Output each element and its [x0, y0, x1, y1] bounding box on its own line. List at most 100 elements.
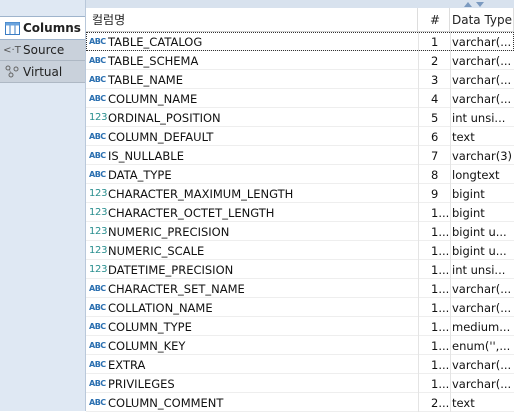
text-type-icon: ABC — [89, 284, 106, 293]
column-name-text: IS_NULLABLE — [108, 148, 184, 163]
table-row[interactable]: 123 CHARACTER_MAXIMUM_LENGTH 9 bigint — [86, 184, 514, 203]
table-row[interactable]: ABC TABLE_CATALOG 1 varchar(... — [86, 32, 514, 51]
cell-data-type[interactable]: varchar(... — [450, 279, 514, 298]
cell-column-name[interactable]: 123 CHARACTER_MAXIMUM_LENGTH — [86, 184, 418, 203]
cell-column-name[interactable]: ABC TABLE_CATALOG — [86, 32, 418, 51]
cell-data-type[interactable]: bigint — [450, 203, 514, 222]
cell-ordinal[interactable]: 7 — [418, 146, 450, 165]
cell-ordinal[interactable]: 1... — [418, 317, 450, 336]
numeric-type-icon: 123 — [89, 245, 108, 256]
cell-data-type[interactable]: varchar(... — [450, 355, 514, 374]
tab-source[interactable]: <·T Source — [0, 40, 85, 61]
cell-ordinal[interactable]: 5 — [418, 108, 450, 127]
cell-data-type[interactable]: text — [450, 393, 514, 412]
table-row[interactable]: ABC IS_NULLABLE 7 varchar(3) — [86, 146, 514, 165]
cell-ordinal[interactable]: 1... — [418, 336, 450, 355]
header-column-name[interactable]: 컬럼명 — [86, 8, 418, 32]
cell-data-type[interactable]: bigint u... — [450, 222, 514, 241]
cell-column-name[interactable]: 123 CHARACTER_OCTET_LENGTH — [86, 203, 418, 222]
cell-data-type[interactable]: varchar(... — [450, 89, 514, 108]
cell-ordinal[interactable]: 1... — [418, 298, 450, 317]
cell-ordinal[interactable]: 6 — [418, 127, 450, 146]
cell-ordinal[interactable]: 9 — [418, 184, 450, 203]
table-row[interactable]: ABC TABLE_NAME 3 varchar(... — [86, 70, 514, 89]
cell-ordinal[interactable]: 1... — [418, 222, 450, 241]
cell-ordinal[interactable]: 1... — [418, 374, 450, 393]
table-row[interactable]: ABC DATA_TYPE 8 longtext — [86, 165, 514, 184]
table-row[interactable]: ABC COLLATION_NAME 1... varchar(... — [86, 298, 514, 317]
cell-data-type[interactable]: enum('',... — [450, 336, 514, 355]
cell-ordinal[interactable]: 8 — [418, 165, 450, 184]
table-row[interactable]: ABC COLUMN_DEFAULT 6 text — [86, 127, 514, 146]
cell-column-name[interactable]: 123 NUMERIC_SCALE — [86, 241, 418, 260]
table-row[interactable]: 123 NUMERIC_SCALE 1... bigint u... — [86, 241, 514, 260]
table-row[interactable]: ABC PRIVILEGES 1... varchar(... — [86, 374, 514, 393]
cell-ordinal[interactable]: 1... — [418, 241, 450, 260]
cell-ordinal[interactable]: 1 — [418, 32, 450, 51]
cell-data-type[interactable]: text — [450, 127, 514, 146]
cell-data-type[interactable]: int unsi... — [450, 108, 514, 127]
table-row[interactable]: ABC CHARACTER_SET_NAME 1... varchar(... — [86, 279, 514, 298]
table-row[interactable]: ABC EXTRA 1... varchar(... — [86, 355, 514, 374]
column-name-text: DATA_TYPE — [108, 167, 172, 182]
tab-columns[interactable]: Columns — [0, 16, 85, 40]
cell-data-type[interactable]: int unsi... — [450, 260, 514, 279]
virtual-icon — [4, 65, 20, 79]
cell-data-type[interactable]: varchar(... — [450, 32, 514, 51]
cell-data-type[interactable]: bigint — [450, 184, 514, 203]
tab-virtual[interactable]: Virtual — [0, 61, 85, 83]
cell-column-name[interactable]: ABC DATA_TYPE — [86, 165, 418, 184]
tab-source-label: Source — [23, 43, 65, 57]
table-row[interactable]: ABC TABLE_SCHEMA 2 varchar(... — [86, 51, 514, 70]
cell-data-type[interactable]: varchar(... — [450, 298, 514, 317]
cell-ordinal[interactable]: 1... — [418, 279, 450, 298]
cell-column-name[interactable]: ABC IS_NULLABLE — [86, 146, 418, 165]
cell-column-name[interactable]: ABC COLUMN_COMMENT — [86, 393, 418, 412]
cell-data-type[interactable]: longtext — [450, 165, 514, 184]
cell-column-name[interactable]: ABC PRIVILEGES — [86, 374, 418, 393]
cell-column-name[interactable]: ABC CHARACTER_SET_NAME — [86, 279, 418, 298]
table-row[interactable]: 123 ORDINAL_POSITION 5 int unsi... — [86, 108, 514, 127]
cell-ordinal[interactable]: 1... — [418, 260, 450, 279]
table-row[interactable]: ABC COLUMN_COMMENT 2... text — [86, 393, 514, 412]
cell-column-name[interactable]: 123 ORDINAL_POSITION — [86, 108, 418, 127]
cell-ordinal[interactable]: 3 — [418, 70, 450, 89]
cell-data-type[interactable]: bigint u... — [450, 241, 514, 260]
cell-column-name[interactable]: ABC EXTRA — [86, 355, 418, 374]
column-name-text: TABLE_NAME — [108, 72, 183, 87]
cell-ordinal[interactable]: 2... — [418, 393, 450, 412]
table-row[interactable]: 123 DATETIME_PRECISION 1... int unsi... — [86, 260, 514, 279]
table-row[interactable]: 123 NUMERIC_PRECISION 1... bigint u... — [86, 222, 514, 241]
column-name-text: COLLATION_NAME — [108, 300, 213, 315]
table-row[interactable]: ABC COLUMN_TYPE 1... medium... — [86, 317, 514, 336]
table-row[interactable]: ABC COLUMN_KEY 1... enum('',... — [86, 336, 514, 355]
table-row[interactable]: ABC COLUMN_NAME 4 varchar(... — [86, 89, 514, 108]
cell-data-type[interactable]: varchar(... — [450, 374, 514, 393]
cell-data-type[interactable]: varchar(3) — [450, 146, 514, 165]
cell-column-name[interactable]: ABC TABLE_NAME — [86, 70, 418, 89]
header-ordinal[interactable]: # — [418, 8, 450, 32]
cell-ordinal[interactable]: 4 — [418, 89, 450, 108]
cell-column-name[interactable]: ABC COLUMN_NAME — [86, 89, 418, 108]
cell-data-type[interactable]: varchar(... — [450, 70, 514, 89]
cell-ordinal[interactable]: 2 — [418, 51, 450, 70]
header-data-type[interactable]: Data Type — [450, 8, 514, 32]
cell-column-name[interactable]: ABC COLUMN_DEFAULT — [86, 127, 418, 146]
sort-arrows-icon[interactable] — [461, 0, 487, 8]
cell-column-name[interactable]: ABC COLUMN_KEY — [86, 336, 418, 355]
cell-ordinal[interactable]: 1... — [418, 203, 450, 222]
column-name-text: CHARACTER_OCTET_LENGTH — [108, 205, 275, 220]
cell-column-name[interactable]: ABC COLLATION_NAME — [86, 298, 418, 317]
cell-data-type[interactable]: medium... — [450, 317, 514, 336]
cell-column-name[interactable]: ABC COLUMN_TYPE — [86, 317, 418, 336]
text-type-icon: ABC — [89, 360, 106, 369]
column-name-text: NUMERIC_PRECISION — [108, 224, 230, 239]
text-type-icon: ABC — [89, 151, 106, 160]
cell-ordinal[interactable]: 1... — [418, 355, 450, 374]
cell-column-name[interactable]: ABC TABLE_SCHEMA — [86, 51, 418, 70]
cell-data-type[interactable]: varchar(... — [450, 51, 514, 70]
cell-column-name[interactable]: 123 DATETIME_PRECISION — [86, 260, 418, 279]
text-type-icon: ABC — [89, 341, 106, 350]
cell-column-name[interactable]: 123 NUMERIC_PRECISION — [86, 222, 418, 241]
table-row[interactable]: 123 CHARACTER_OCTET_LENGTH 1... bigint — [86, 203, 514, 222]
